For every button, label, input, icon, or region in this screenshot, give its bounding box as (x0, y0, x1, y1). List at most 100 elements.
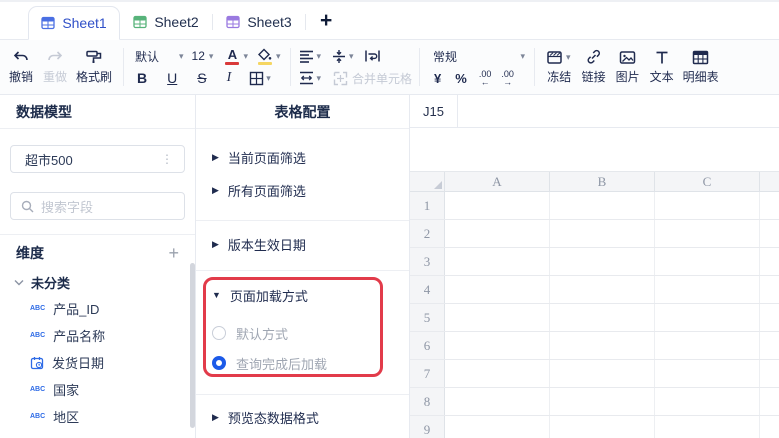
row-header-5[interactable]: 5 (410, 304, 445, 331)
field-item[interactable]: ABC产品名称 (0, 322, 195, 349)
radio-unselected-icon[interactable] (212, 326, 226, 340)
cell-partial[interactable] (760, 360, 779, 387)
cell-B1[interactable] (550, 192, 655, 219)
cell-A3[interactable] (445, 248, 550, 275)
cell-A9[interactable] (445, 416, 550, 438)
image-button[interactable]: 图片 (611, 43, 645, 91)
underline-button[interactable]: U (161, 70, 183, 86)
cell-B6[interactable] (550, 332, 655, 359)
caret-down-icon[interactable]: ▾ (317, 51, 322, 62)
row-header-6[interactable]: 6 (410, 332, 445, 359)
tab-sheet2[interactable]: Sheet2 (120, 5, 212, 39)
font-family-select[interactable]: 默认 (131, 48, 177, 65)
field-group-uncategorized[interactable]: 未分类 (0, 269, 195, 295)
cell-name-box[interactable]: J15 (410, 95, 458, 127)
caret-down-icon[interactable]: ▾ (317, 73, 322, 84)
row-header-9[interactable]: 9 (410, 416, 445, 438)
radio-selected-icon[interactable] (212, 356, 226, 370)
cell-A8[interactable] (445, 388, 550, 415)
column-header-A[interactable]: A (445, 172, 550, 191)
caret-down-icon[interactable]: ▾ (349, 51, 354, 62)
caret-down-icon[interactable]: ▾ (243, 51, 248, 62)
row-header-3[interactable]: 3 (410, 248, 445, 275)
cell-C4[interactable] (655, 276, 760, 303)
font-color-button[interactable]: A (223, 48, 241, 65)
sidebar-scrollbar[interactable] (190, 263, 195, 428)
cell-C9[interactable] (655, 416, 760, 438)
select-all-corner-icon[interactable] (410, 172, 445, 191)
format-painter-button[interactable]: 格式刷 (72, 43, 116, 91)
field-item[interactable]: ABC产品_ID (0, 295, 195, 322)
cell-B4[interactable] (550, 276, 655, 303)
cell-partial[interactable] (760, 388, 779, 415)
caret-down-icon[interactable]: ▾ (179, 51, 184, 62)
column-header-partial[interactable] (760, 172, 779, 191)
italic-button[interactable]: I (221, 70, 238, 86)
decrease-decimal-button[interactable]: .00 ← (474, 70, 497, 86)
increase-decimal-button[interactable]: .00 → (496, 70, 519, 86)
font-size-select[interactable]: 12 (186, 49, 207, 63)
more-dots-icon[interactable]: ⋮ (161, 152, 174, 166)
tab-sheet1[interactable]: Sheet1 (28, 6, 120, 40)
cell-partial[interactable] (760, 416, 779, 438)
formula-input[interactable] (458, 95, 779, 127)
cell-A1[interactable] (445, 192, 550, 219)
cell-B5[interactable] (550, 304, 655, 331)
field-item[interactable]: ABC地区 (0, 403, 195, 430)
detail-table-button[interactable]: 明细表 (679, 43, 723, 91)
cell-C7[interactable] (655, 360, 760, 387)
strikethrough-button[interactable]: S (191, 70, 212, 86)
cell-partial[interactable] (760, 332, 779, 359)
section-preview-data-format[interactable]: ▶ 预览态数据格式 (196, 402, 409, 432)
field-item[interactable]: ABC国家 (0, 376, 195, 403)
cell-partial[interactable] (760, 276, 779, 303)
field-item[interactable]: 发货日期 (0, 349, 195, 376)
cell-C5[interactable] (655, 304, 760, 331)
cell-A6[interactable] (445, 332, 550, 359)
cell-C8[interactable] (655, 388, 760, 415)
link-button[interactable]: 链接 (577, 43, 611, 91)
caret-down-icon[interactable]: ▾ (276, 51, 281, 62)
text-button[interactable]: 文本 (645, 43, 679, 91)
column-header-C[interactable]: C (655, 172, 760, 191)
row-header-4[interactable]: 4 (410, 276, 445, 303)
cell-partial[interactable] (760, 192, 779, 219)
add-sheet-button[interactable]: + (320, 10, 332, 31)
text-overflow-icon[interactable] (298, 71, 315, 85)
cell-B8[interactable] (550, 388, 655, 415)
search-field-input[interactable]: 搜索字段 (10, 192, 185, 220)
cell-B2[interactable] (550, 220, 655, 247)
cell-partial[interactable] (760, 220, 779, 247)
percent-format-button[interactable]: % (448, 71, 474, 86)
align-vertical-icon[interactable] (331, 49, 347, 64)
fill-color-button[interactable] (256, 48, 274, 65)
borders-icon[interactable] (249, 71, 264, 86)
tab-sheet3[interactable]: Sheet3 (213, 5, 305, 39)
cell-A5[interactable] (445, 304, 550, 331)
cell-B9[interactable] (550, 416, 655, 438)
freeze-button[interactable]: ▾ 冻结 (542, 43, 577, 91)
caret-down-icon[interactable]: ▾ (266, 73, 271, 84)
currency-format-button[interactable]: ¥ (427, 71, 448, 86)
caret-down-icon[interactable]: ▾ (209, 51, 214, 62)
undo-button[interactable]: 撤销 (4, 43, 38, 91)
number-format-select[interactable]: 常规 ▾ (427, 48, 527, 65)
cell-B7[interactable] (550, 360, 655, 387)
row-header-2[interactable]: 2 (410, 220, 445, 247)
cell-B3[interactable] (550, 248, 655, 275)
align-horizontal-icon[interactable] (298, 49, 315, 63)
bold-button[interactable]: B (131, 70, 153, 86)
wrap-text-icon[interactable] (364, 49, 381, 63)
cell-partial[interactable] (760, 248, 779, 275)
row-header-8[interactable]: 8 (410, 388, 445, 415)
cell-A4[interactable] (445, 276, 550, 303)
cell-C1[interactable] (655, 192, 760, 219)
cell-A7[interactable] (445, 360, 550, 387)
row-header-1[interactable]: 1 (410, 192, 445, 219)
cell-A2[interactable] (445, 220, 550, 247)
radio-load-after-query[interactable]: 查询完成后加载 (196, 348, 409, 378)
cell-C2[interactable] (655, 220, 760, 247)
section-page-load-mode[interactable]: ▼ 页面加载方式 (196, 280, 409, 310)
column-header-B[interactable]: B (550, 172, 655, 191)
cell-C6[interactable] (655, 332, 760, 359)
